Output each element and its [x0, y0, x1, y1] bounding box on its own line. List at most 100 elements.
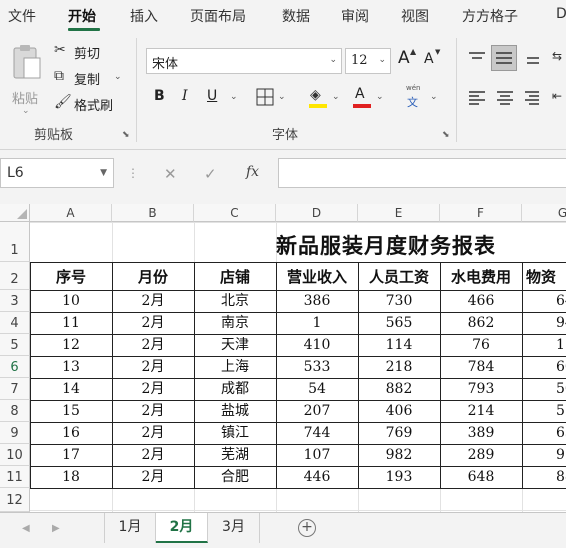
row-header[interactable]: 10 — [0, 444, 30, 466]
cut-button[interactable]: ✂ 剪切 — [52, 42, 112, 62]
align-top-icon[interactable] — [468, 50, 486, 66]
table-cell[interactable]: 2月 — [112, 357, 194, 378]
dialog-launcher-icon[interactable]: ⬊ — [442, 130, 450, 140]
table-cell[interactable]: 648 — [440, 467, 522, 488]
table-cell[interactable]: 17 — [30, 445, 112, 466]
table-cell[interactable]: 镇江 — [194, 423, 276, 444]
row-header[interactable]: 4 — [0, 312, 30, 334]
row-header[interactable]: 11 — [0, 466, 30, 488]
table-cell[interactable]: 12 — [30, 335, 112, 356]
align-center-icon[interactable] — [496, 90, 514, 106]
fill-color-button[interactable]: ◈ ⌄ — [308, 86, 342, 110]
table-cell[interactable]: 64 — [522, 291, 566, 312]
row-header[interactable]: 5 — [0, 334, 30, 356]
table-cell[interactable]: 2月 — [112, 335, 194, 356]
column-header[interactable]: D — [276, 204, 358, 222]
align-left-icon[interactable] — [468, 90, 486, 106]
chevron-down-icon[interactable]: ⌄ — [230, 92, 238, 102]
table-cell[interactable]: 289 — [440, 445, 522, 466]
align-right-icon[interactable] — [524, 90, 540, 106]
font-color-button[interactable]: A ⌄ — [352, 86, 386, 110]
table-cell[interactable]: 446 — [276, 467, 358, 488]
tab-more[interactable]: D — [556, 6, 566, 22]
font-size-dropdown[interactable]: 12 ⌄ — [345, 48, 391, 74]
format-painter-button[interactable]: 🖌 格式刷 — [52, 94, 122, 114]
table-header-cell[interactable]: 物资 — [522, 264, 566, 290]
table-cell[interactable]: 天津 — [194, 335, 276, 356]
row-header[interactable]: 2 — [0, 262, 30, 290]
insert-function-icon[interactable]: fx — [246, 164, 259, 180]
table-cell[interactable]: 744 — [276, 423, 358, 444]
tab-insert[interactable]: 插入 — [130, 6, 158, 26]
table-cell[interactable]: 11 — [30, 313, 112, 334]
table-cell[interactable]: 2月 — [112, 467, 194, 488]
row-header[interactable]: 8 — [0, 400, 30, 422]
table-cell[interactable]: 上海 — [194, 357, 276, 378]
table-cell[interactable]: 207 — [276, 401, 358, 422]
table-cell[interactable]: 盐城 — [194, 401, 276, 422]
table-cell[interactable]: 2月 — [112, 401, 194, 422]
table-cell[interactable]: 成都 — [194, 379, 276, 400]
font-name-dropdown[interactable]: 宋体 ⌄ — [146, 48, 342, 74]
table-cell[interactable]: 882 — [358, 379, 440, 400]
scroll-left-icon[interactable]: ◀ — [22, 523, 30, 534]
table-cell[interactable]: 214 — [440, 401, 522, 422]
table-cell[interactable]: 13 — [30, 357, 112, 378]
table-cell[interactable]: 193 — [358, 467, 440, 488]
table-cell[interactable]: 51 — [522, 401, 566, 422]
table-cell[interactable]: 533 — [276, 357, 358, 378]
table-cell[interactable]: 410 — [276, 335, 358, 356]
underline-button[interactable]: U — [207, 88, 217, 104]
table-cell[interactable]: 9 — [522, 445, 566, 466]
table-cell[interactable]: 2月 — [112, 423, 194, 444]
sheet-tab-2[interactable]: 2月 — [156, 513, 208, 543]
more-options-icon[interactable]: ⋮ — [127, 166, 139, 180]
row-header[interactable]: 12 — [0, 488, 30, 512]
table-cell[interactable]: 15 — [30, 401, 112, 422]
align-middle-button[interactable] — [491, 45, 517, 71]
shrink-font-button[interactable]: A — [424, 51, 434, 67]
name-box[interactable]: L6 ▼ — [0, 158, 114, 188]
table-cell[interactable]: 54 — [276, 379, 358, 400]
tab-view[interactable]: 视图 — [401, 6, 429, 26]
table-header-cell[interactable]: 序号 — [30, 264, 112, 290]
table-cell[interactable]: 北京 — [194, 291, 276, 312]
table-cell[interactable]: 1 — [276, 313, 358, 334]
table-cell[interactable]: 793 — [440, 379, 522, 400]
spreadsheet-grid[interactable]: A B C D E F G 1 2 3 4 5 6 7 8 9 10 11 12… — [0, 198, 566, 512]
align-bottom-icon[interactable] — [526, 50, 540, 66]
wrap-icon[interactable]: ⇤ — [552, 90, 562, 102]
row-header[interactable]: 1 — [0, 222, 30, 262]
indent-icon[interactable]: ⇆ — [552, 50, 562, 62]
row-header[interactable]: 7 — [0, 378, 30, 400]
column-header[interactable]: A — [30, 204, 112, 222]
table-cell[interactable]: 114 — [358, 335, 440, 356]
table-cell[interactable]: 南京 — [194, 313, 276, 334]
table-cell[interactable]: 合肥 — [194, 467, 276, 488]
enter-icon[interactable]: ✓ — [204, 165, 217, 183]
table-cell[interactable]: 218 — [358, 357, 440, 378]
table-cell[interactable]: 16 — [30, 423, 112, 444]
table-header-cell[interactable]: 店铺 — [194, 264, 276, 290]
table-cell[interactable]: 2月 — [112, 445, 194, 466]
tab-fangfang[interactable]: 方方格子 — [462, 6, 518, 26]
row-header[interactable]: 3 — [0, 290, 30, 312]
table-cell[interactable]: 76 — [440, 335, 522, 356]
sheet-tab-3[interactable]: 3月 — [208, 513, 260, 543]
table-cell[interactable]: 芜湖 — [194, 445, 276, 466]
add-sheet-button[interactable]: + — [298, 519, 316, 537]
table-cell[interactable]: 389 — [440, 423, 522, 444]
table-cell[interactable]: 10 — [30, 291, 112, 312]
paste-button[interactable]: 粘贴 ⌄ — [6, 40, 46, 116]
table-cell[interactable]: 769 — [358, 423, 440, 444]
copy-button[interactable]: ⧉ 复制 ⌄ — [52, 68, 126, 88]
bold-button[interactable]: B — [154, 88, 165, 104]
table-header-cell[interactable]: 月份 — [112, 264, 194, 290]
sheet-tab-1[interactable]: 1月 — [104, 513, 156, 543]
tab-data[interactable]: 数据 — [282, 6, 310, 26]
table-cell[interactable]: 784 — [440, 357, 522, 378]
italic-button[interactable]: I — [182, 88, 188, 104]
table-cell[interactable]: 18 — [30, 467, 112, 488]
row-header[interactable]: 6 — [0, 356, 30, 378]
table-header-cell[interactable]: 人员工资 — [358, 264, 440, 290]
